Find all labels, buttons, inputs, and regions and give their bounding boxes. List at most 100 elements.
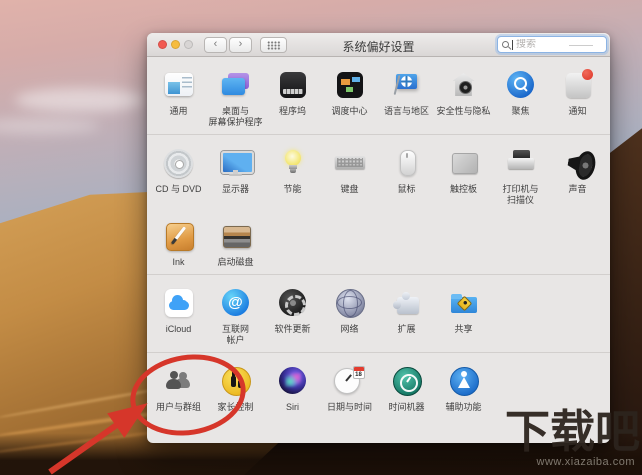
mission-control-icon xyxy=(332,67,368,103)
pref-item-label: 用户与群组 xyxy=(155,402,201,412)
pref-item-label: iCloud xyxy=(165,324,192,334)
pref-item-keyboard[interactable]: 键盘 xyxy=(321,145,378,206)
pref-item-label: 语言与地区 xyxy=(383,106,429,116)
date-time-icon: 18 xyxy=(332,363,368,399)
titlebar: ‹ › 系统偏好设置 xyxy=(147,33,610,57)
desktop: ‹ › 系统偏好设置 通用 桌面与屏幕保护程序 程序坞 调度中心 语言与地区安全性与隐私… xyxy=(0,0,642,475)
pref-item-cd-dvd[interactable]: CD 与 DVD xyxy=(150,145,207,206)
pref-item-security-privacy[interactable]: 安全性与隐私 xyxy=(435,67,492,128)
sound-icon xyxy=(560,145,596,181)
pref-item-label: 互联网 帐户 xyxy=(221,324,249,345)
pref-item-label: 软件更新 xyxy=(274,324,311,334)
pref-item-label: 聚焦 xyxy=(511,106,530,116)
prefs-row: 通用 桌面与 屏幕保护程序 程序坞 调度中心 语言与地区 安全性与隐私 聚焦 通知 xyxy=(147,59,610,132)
pref-item-parental-controls[interactable]: 家长控制 xyxy=(207,363,264,413)
search-field[interactable] xyxy=(497,36,607,53)
pref-item-language-region[interactable]: 语言与地区 xyxy=(378,67,435,128)
row-divider xyxy=(147,134,610,135)
icloud-icon xyxy=(161,285,197,321)
pref-item-ink[interactable]: Ink xyxy=(150,218,207,268)
energy-saver-icon xyxy=(275,145,311,181)
pref-item-internet-accounts[interactable]: 互联网帐户 xyxy=(207,285,264,346)
security-privacy-icon xyxy=(446,67,482,103)
pref-item-label: 共享 xyxy=(454,324,473,334)
pref-item-siri[interactable]: Siri xyxy=(264,363,321,413)
pref-item-label: 调度中心 xyxy=(331,106,368,116)
pref-item-label: 日期与时间 xyxy=(326,402,372,412)
pref-item-label: 触控板 xyxy=(449,184,477,194)
search-icon xyxy=(502,41,509,48)
pref-item-label: 家长控制 xyxy=(217,402,254,412)
siri-icon xyxy=(275,363,311,399)
pref-item-software-update[interactable]: 软件更新 xyxy=(264,285,321,346)
pref-item-desktop-screensaver[interactable]: 桌面与 屏幕保护程序 xyxy=(207,67,264,128)
ink-icon xyxy=(161,218,197,254)
pref-item-sound[interactable]: 声音 xyxy=(549,145,606,206)
extensions-icon xyxy=(389,285,425,321)
pref-item-label: 通知 xyxy=(568,106,587,116)
pref-item-label: 键盘 xyxy=(340,184,359,194)
pref-item-label: 显示器 xyxy=(221,184,249,194)
pref-item-network[interactable]: 网络 xyxy=(321,285,378,346)
language-region-icon xyxy=(389,67,425,103)
pref-item-sharing[interactable]: 共享 xyxy=(435,285,492,346)
pref-item-displays[interactable]: 显示器 xyxy=(207,145,264,206)
mouse-icon xyxy=(389,145,425,181)
pref-item-startup-disk[interactable]: 启动磁盘 xyxy=(207,218,264,268)
pref-item-label: 网络 xyxy=(340,324,359,334)
pref-item-label: 辅助功能 xyxy=(445,402,482,412)
cloud xyxy=(15,88,145,112)
system-preferences-window: ‹ › 系统偏好设置 通用 桌面与屏幕保护程序 程序坞 调度中心 语言与地区安全性与隐私… xyxy=(147,33,610,443)
pref-item-label: 打印机与 扫描仪 xyxy=(502,184,539,205)
spotlight-icon xyxy=(503,67,539,103)
pref-item-label: Ink xyxy=(172,257,185,267)
dock-icon xyxy=(275,67,311,103)
pref-item-extensions[interactable]: 扩展 xyxy=(378,285,435,346)
pref-item-label: 节能 xyxy=(283,184,302,194)
pref-item-label: 通用 xyxy=(169,106,188,116)
pref-item-dock[interactable]: 程序坞 xyxy=(264,67,321,128)
cd-dvd-icon xyxy=(161,145,197,181)
pref-item-label: Siri xyxy=(286,402,299,412)
trackpad-icon xyxy=(446,145,482,181)
row-divider xyxy=(147,274,610,275)
pref-item-label: 启动磁盘 xyxy=(217,257,254,267)
parental-controls-icon xyxy=(218,363,254,399)
row-divider xyxy=(147,352,610,353)
startup-disk-icon xyxy=(218,218,254,254)
pref-item-printers-scanners[interactable]: 打印机与 扫描仪 xyxy=(492,145,549,206)
pref-item-spotlight[interactable]: 聚焦 xyxy=(492,67,549,128)
pref-item-label: 程序坞 xyxy=(278,106,306,116)
notifications-icon xyxy=(560,67,596,103)
pref-item-users-groups[interactable]: 用户与群组 xyxy=(150,363,207,413)
pref-item-label: 桌面与 屏幕保护程序 xyxy=(208,106,263,127)
pref-item-trackpad[interactable]: 触控板 xyxy=(435,145,492,206)
pref-item-date-time[interactable]: 18 日期与时间 xyxy=(321,363,378,413)
general-icon xyxy=(161,67,197,103)
pref-item-label: 声音 xyxy=(568,184,587,194)
pref-item-label: 安全性与隐私 xyxy=(436,106,491,116)
search-field-artifact xyxy=(569,45,593,46)
printers-scanners-icon xyxy=(503,145,539,181)
pref-item-general[interactable]: 通用 xyxy=(150,67,207,128)
software-update-icon xyxy=(275,285,311,321)
time-machine-icon xyxy=(389,363,425,399)
pref-item-mission-control[interactable]: 调度中心 xyxy=(321,67,378,128)
desktop-screensaver-icon xyxy=(218,67,254,103)
users-groups-icon xyxy=(161,363,197,399)
pref-item-icloud[interactable]: iCloud xyxy=(150,285,207,346)
text-caret xyxy=(512,39,513,50)
pref-item-label: 鼠标 xyxy=(397,184,416,194)
pref-item-mouse[interactable]: 鼠标 xyxy=(378,145,435,206)
prefs-row: iCloud 互联网帐户 软件更新 网络 扩展 共享 xyxy=(147,277,610,350)
pref-item-label: 时间机器 xyxy=(388,402,425,412)
prefs-row: Ink 启动磁盘 xyxy=(147,210,610,272)
preferences-grid: 通用 桌面与 屏幕保护程序 程序坞 调度中心 语言与地区 安全性与隐私 聚焦 通知 CD 与 DV… xyxy=(147,57,610,417)
pref-item-label: 扩展 xyxy=(397,324,416,334)
accessibility-icon xyxy=(446,363,482,399)
pref-item-notifications[interactable]: 通知 xyxy=(549,67,606,128)
pref-item-accessibility[interactable]: 辅助功能 xyxy=(435,363,492,413)
pref-item-energy-saver[interactable]: 节能 xyxy=(264,145,321,206)
pref-item-time-machine[interactable]: 时间机器 xyxy=(378,363,435,413)
keyboard-icon xyxy=(332,145,368,181)
